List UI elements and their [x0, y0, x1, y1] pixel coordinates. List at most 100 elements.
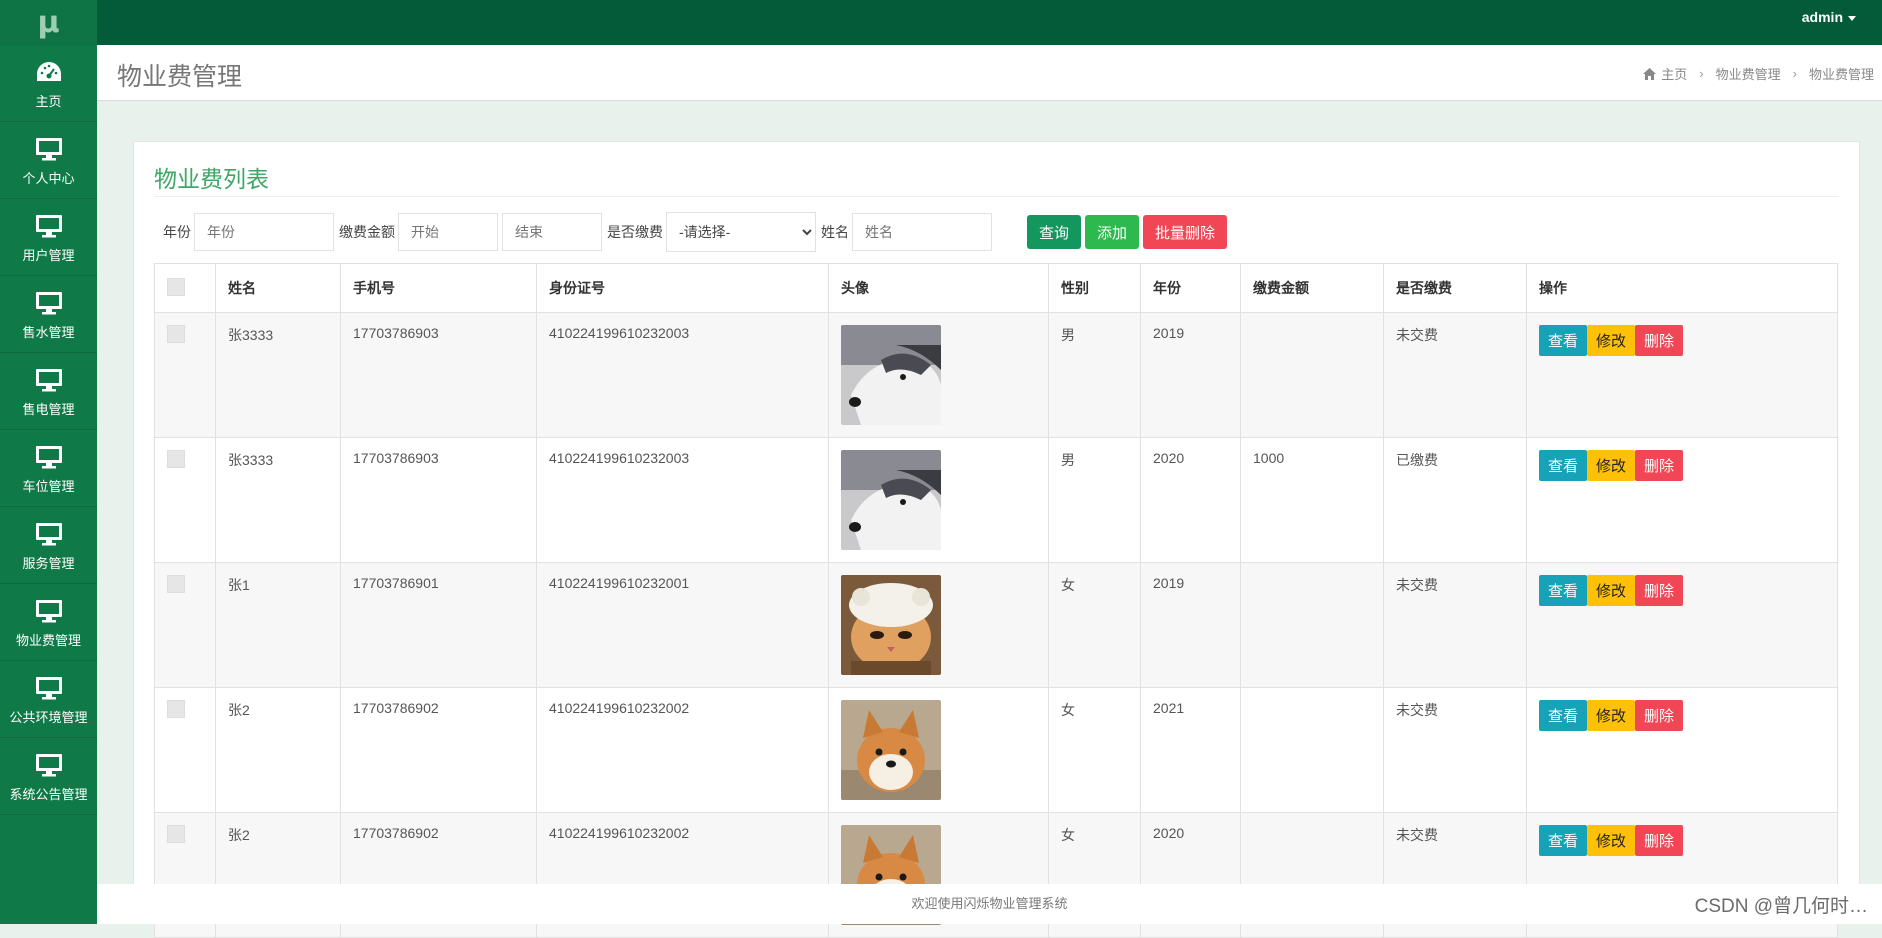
cell-phone: 17703786903: [340, 312, 537, 438]
sidebar-item-label: 售水管理: [22, 324, 75, 340]
user-menu[interactable]: admin: [1802, 9, 1856, 25]
batch-delete-button[interactable]: 批量删除: [1143, 215, 1228, 249]
panel-title: 物业费列表: [154, 166, 269, 192]
monitor-icon: [35, 365, 63, 395]
sidebar-item-8[interactable]: 公共环境管理: [0, 661, 97, 738]
home-icon: [1643, 67, 1657, 80]
monitor-icon: [35, 596, 63, 626]
monitor-icon: [35, 288, 63, 318]
col-year: 年份: [1140, 263, 1241, 313]
row-checkbox[interactable]: [167, 700, 185, 718]
sidebar-item-4[interactable]: 售电管理: [0, 353, 97, 430]
logo: μ: [0, 0, 97, 45]
cell-year: 2020: [1140, 437, 1241, 563]
sidebar-item-label: 个人中心: [22, 170, 75, 186]
sidebar-item-6[interactable]: 服务管理: [0, 507, 97, 584]
name-input[interactable]: [852, 213, 992, 251]
row-checkbox[interactable]: [167, 575, 185, 593]
row-select-cell: [154, 312, 216, 438]
page-title: 物业费管理: [117, 63, 243, 91]
col-amount: 缴费金额: [1240, 263, 1384, 313]
delete-button[interactable]: 删除: [1635, 700, 1684, 731]
sidebar-item-label: 公共环境管理: [9, 709, 88, 725]
sidebar-item-7[interactable]: 物业费管理: [0, 584, 97, 661]
col-id-card: 身份证号: [536, 263, 829, 313]
col-gender: 性别: [1048, 263, 1141, 313]
view-button[interactable]: 查看: [1539, 825, 1588, 856]
cell-id-card: 410224199610232002: [536, 687, 829, 813]
sidebar: μ 主页个人中心用户管理售水管理售电管理车位管理服务管理物业费管理公共环境管理系…: [0, 0, 97, 924]
monitor-icon: [35, 442, 63, 472]
amount-end-input[interactable]: [502, 213, 602, 251]
monitor-icon: [35, 750, 63, 780]
row-checkbox[interactable]: [167, 450, 185, 468]
select-all-checkbox[interactable]: [167, 277, 185, 296]
row-checkbox[interactable]: [167, 825, 185, 843]
edit-button[interactable]: 修改: [1587, 700, 1636, 731]
caret-down-icon: [1848, 15, 1856, 21]
edit-button[interactable]: 修改: [1587, 575, 1636, 606]
cell-paid: 已缴费: [1383, 437, 1527, 563]
col-phone: 手机号: [340, 263, 537, 313]
watermark: CSDN @曾几何时…: [1694, 896, 1868, 917]
sidebar-item-2[interactable]: 用户管理: [0, 199, 97, 276]
monitor-icon: [35, 134, 63, 164]
cell-paid: 未交费: [1383, 562, 1527, 688]
cell-name: 张2: [215, 687, 341, 813]
delete-button[interactable]: 删除: [1635, 450, 1684, 481]
monitor-icon: [35, 211, 63, 241]
query-button[interactable]: 查询: [1027, 215, 1082, 249]
select-all-cell: [154, 263, 216, 313]
sidebar-item-label: 车位管理: [22, 478, 75, 494]
cell-name: 张3333: [215, 312, 341, 438]
sidebar-item-3[interactable]: 售水管理: [0, 276, 97, 353]
cell-gender: 男: [1048, 312, 1141, 438]
sidebar-item-9[interactable]: 系统公告管理: [0, 738, 97, 815]
amount-start-input[interactable]: [398, 213, 498, 251]
monitor-icon: [35, 519, 63, 549]
sidebar-item-label: 用户管理: [22, 247, 75, 263]
breadcrumb-section[interactable]: 物业费管理: [1716, 64, 1781, 83]
sidebar-item-label: 物业费管理: [15, 632, 81, 648]
view-button[interactable]: 查看: [1539, 325, 1588, 356]
add-button[interactable]: 添加: [1085, 215, 1140, 249]
delete-button[interactable]: 删除: [1635, 825, 1684, 856]
view-button[interactable]: 查看: [1539, 700, 1588, 731]
sidebar-item-1[interactable]: 个人中心: [0, 122, 97, 199]
year-input[interactable]: [194, 213, 334, 251]
cell-avatar: [828, 312, 1049, 438]
cell-avatar: [828, 437, 1049, 563]
paid-select[interactable]: -请选择-: [666, 212, 816, 252]
breadcrumb-home[interactable]: 主页: [1661, 64, 1687, 83]
table-row: 张1 17703786901 410224199610232001 女 2019 未交费查…: [154, 562, 1838, 688]
year-label: 年份: [163, 224, 191, 240]
amount-label: 缴费金额: [339, 224, 395, 240]
edit-button[interactable]: 修改: [1587, 450, 1636, 481]
dashboard-icon: [36, 57, 62, 87]
table-row: 张3333 17703786903 410224199610232003 男 2020 1…: [154, 437, 1838, 563]
cell-amount: [1240, 312, 1384, 438]
view-button[interactable]: 查看: [1539, 575, 1588, 606]
cell-id-card: 410224199610232003: [536, 312, 829, 438]
cell-actions: 查看 修改 删除: [1526, 687, 1838, 813]
delete-button[interactable]: 删除: [1635, 575, 1684, 606]
avatar-image: [841, 700, 941, 800]
sidebar-item-label: 主页: [35, 93, 62, 109]
view-button[interactable]: 查看: [1539, 450, 1588, 481]
sidebar-item-0[interactable]: 主页: [0, 45, 97, 122]
row-checkbox[interactable]: [167, 325, 185, 343]
table-row: 张2 17703786902 410224199610232002 女 2021 未交费查…: [154, 687, 1838, 813]
edit-button[interactable]: 修改: [1587, 325, 1636, 356]
edit-button[interactable]: 修改: [1587, 825, 1636, 856]
delete-button[interactable]: 删除: [1635, 325, 1684, 356]
cell-id-card: 410224199610232003: [536, 437, 829, 563]
avatar-image: [841, 325, 941, 425]
col-avatar: 头像: [828, 263, 1049, 313]
top-bar: admin: [97, 0, 1882, 45]
col-paid: 是否缴费: [1383, 263, 1527, 313]
chevron-right-icon: ›: [1792, 66, 1797, 81]
sidebar-item-label: 服务管理: [22, 555, 75, 571]
cell-gender: 女: [1048, 562, 1141, 688]
sidebar-item-label: 系统公告管理: [9, 786, 88, 802]
sidebar-item-5[interactable]: 车位管理: [0, 430, 97, 507]
